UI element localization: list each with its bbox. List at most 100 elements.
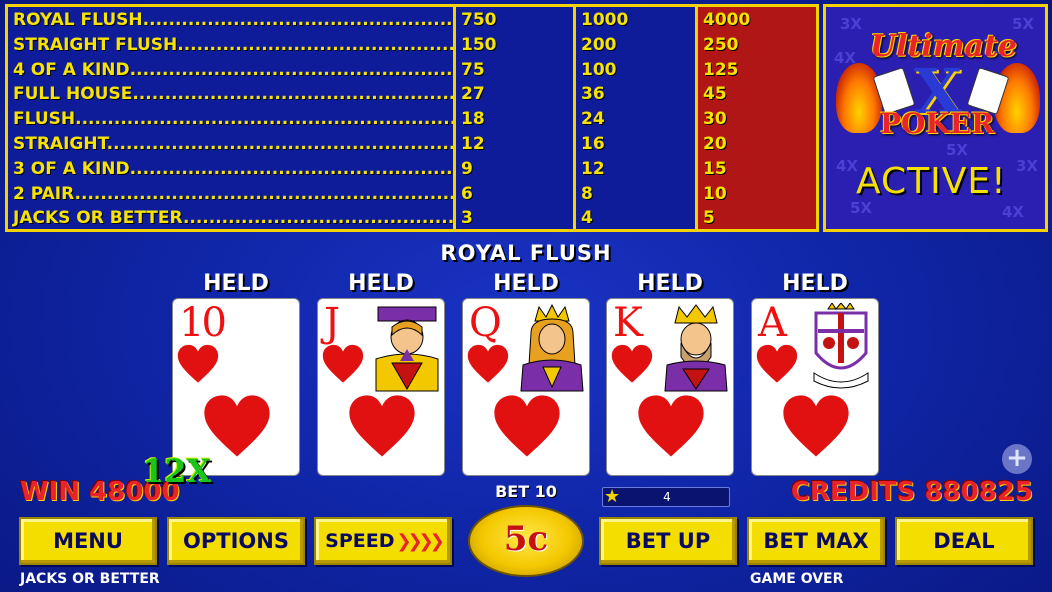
paytable-payout-text: 27 <box>461 84 485 105</box>
paytable-payout-text: 12 <box>461 133 485 154</box>
paytable-payout: 750 <box>456 8 573 33</box>
paytable-payout-text: 4000 <box>703 10 751 30</box>
add-credits-button[interactable]: + <box>1002 444 1032 474</box>
paytable-leader-dots: ........................................… <box>129 59 453 80</box>
paytable-payout: 36 <box>576 82 695 107</box>
paytable-payout: 9 <box>456 157 573 182</box>
paytable-payout: 75 <box>456 58 573 83</box>
playing-card[interactable]: Q <box>462 298 590 476</box>
paytable-payout: 1000 <box>576 8 695 33</box>
playing-card[interactable]: J <box>317 298 445 476</box>
paytable-payout: 45 <box>698 82 816 107</box>
card-rank: 10 <box>179 300 227 346</box>
denomination-button[interactable]: 5c <box>468 505 584 577</box>
heart-icon <box>756 343 798 387</box>
paytable-payout-text: 36 <box>581 84 605 105</box>
logo-ultimate-text: Ultimate <box>870 29 1017 64</box>
bg-multiplier: 4X <box>836 157 859 175</box>
paytable-hand-name-text: STRAIGHT FLUSH <box>13 34 178 55</box>
paytable-hand-names: ROYAL FLUSH.............................… <box>8 7 456 229</box>
bet-up-button[interactable]: BET UP <box>599 517 737 565</box>
paytable-payout: 27 <box>456 82 573 107</box>
heart-icon <box>348 391 416 465</box>
credits-display: CREDITS 880825 <box>790 477 1033 507</box>
paytable-payout: 250 <box>698 33 816 58</box>
queen-face-icon <box>517 303 587 393</box>
paytable-payout-text: 6 <box>461 183 473 204</box>
paytable-hand-name: 4 OF A KIND.............................… <box>8 58 453 83</box>
paytable-hand-name-text: JACKS OR BETTER <box>13 208 183 229</box>
king-face-icon <box>661 303 731 393</box>
paytable-payout: 4 <box>576 206 695 231</box>
paytable-hand-name: ROYAL FLUSH.............................… <box>8 8 453 33</box>
paytable-payout-text: 4 <box>581 208 593 229</box>
paytable-leader-dots: ........................................… <box>132 84 453 105</box>
paytable-hand-name: JACKS OR BETTER.........................… <box>8 206 453 231</box>
flame-icon <box>836 63 882 133</box>
paytable-payout-text: 8 <box>581 183 593 204</box>
paytable-leader-dots: ........................................… <box>177 34 453 55</box>
paytable-payout-text: 24 <box>581 109 605 130</box>
held-indicator: HELD <box>493 271 559 296</box>
bg-multiplier: 3X <box>1016 157 1039 175</box>
held-indicator: HELD <box>348 271 414 296</box>
paytable-leader-dots: ........................................… <box>182 208 453 229</box>
paytable-hand-name: STRAIGHT................................… <box>8 132 453 157</box>
paytable-payout-text: 75 <box>461 59 485 80</box>
speed-button[interactable]: SPEED ❯❯❯❯ <box>314 517 452 565</box>
card-rank: Q <box>469 300 502 346</box>
paytable-payout: 10 <box>698 182 816 207</box>
playing-card[interactable]: A <box>751 298 879 476</box>
paytable-hand-name-text: ROYAL FLUSH <box>13 10 143 30</box>
level-progress-bar: ★ 4 <box>602 486 730 507</box>
paytable-payout: 30 <box>698 107 816 132</box>
jack-face-icon <box>372 303 442 393</box>
paytable-payout: 15 <box>698 157 816 182</box>
paytable: ROYAL FLUSH.............................… <box>5 4 819 232</box>
paytable-hand-name: 3 OF A KIND.............................… <box>8 157 453 182</box>
paytable-payout: 3 <box>456 206 573 231</box>
paytable-payout: 20 <box>698 132 816 157</box>
paytable-hand-name: FLUSH...................................… <box>8 107 453 132</box>
bg-multiplier: 5X <box>946 141 969 159</box>
speed-arrows-icon: ❯❯❯❯ <box>396 531 445 552</box>
heart-icon <box>782 391 850 465</box>
paytable-payout: 24 <box>576 107 695 132</box>
paytable-hand-name-text: 4 OF A KIND <box>13 59 130 80</box>
paytable-hand-name-text: STRAIGHT <box>13 133 107 154</box>
speed-label: SPEED <box>325 530 395 552</box>
paytable-payout: 5 <box>698 206 816 231</box>
paytable-leader-dots: ........................................… <box>129 158 453 179</box>
paytable-payout: 4000 <box>698 8 816 33</box>
paytable-payout: 12 <box>456 132 573 157</box>
bg-multiplier: 4X <box>1002 203 1025 221</box>
bet-amount: BET 10 <box>495 482 557 501</box>
paytable-payout-text: 30 <box>703 109 727 130</box>
heart-icon <box>637 391 705 465</box>
playing-card[interactable]: K <box>606 298 734 476</box>
options-button[interactable]: OPTIONS <box>167 517 305 565</box>
paytable-payout-text: 10 <box>703 183 727 204</box>
logo-poker-text: POKER <box>880 107 995 140</box>
paytable-payout-text: 200 <box>581 34 617 55</box>
heart-icon <box>611 343 653 387</box>
paytable-payout: 12 <box>576 157 695 182</box>
paytable-leader-dots: ........................................… <box>74 183 453 204</box>
paytable-column-1: 750 150 75 27 18 12 9 6 3 <box>456 7 576 229</box>
paytable-column-2: 1000 200 100 36 24 16 12 8 4 <box>576 7 698 229</box>
paytable-payout: 150 <box>456 33 573 58</box>
heart-icon <box>322 343 364 387</box>
paytable-payout-text: 12 <box>581 158 605 179</box>
paytable-hand-name: FULL HOUSE..............................… <box>8 82 453 107</box>
paytable-leader-dots: ........................................… <box>142 10 453 30</box>
menu-button[interactable]: MENU <box>19 517 157 565</box>
held-indicator: HELD <box>203 271 269 296</box>
hand-result-label: ROYAL FLUSH <box>440 241 612 265</box>
playing-card[interactable]: 10 <box>172 298 300 476</box>
paytable-payout-text: 250 <box>703 34 739 55</box>
paytable-leader-dots: ........................................… <box>106 133 453 154</box>
deal-button[interactable]: DEAL <box>895 517 1033 565</box>
paytable-column-3-active: 4000 250 125 45 30 20 15 10 5 <box>698 7 816 229</box>
bet-max-button[interactable]: BET MAX <box>747 517 885 565</box>
paytable-payout-text: 150 <box>461 34 497 55</box>
